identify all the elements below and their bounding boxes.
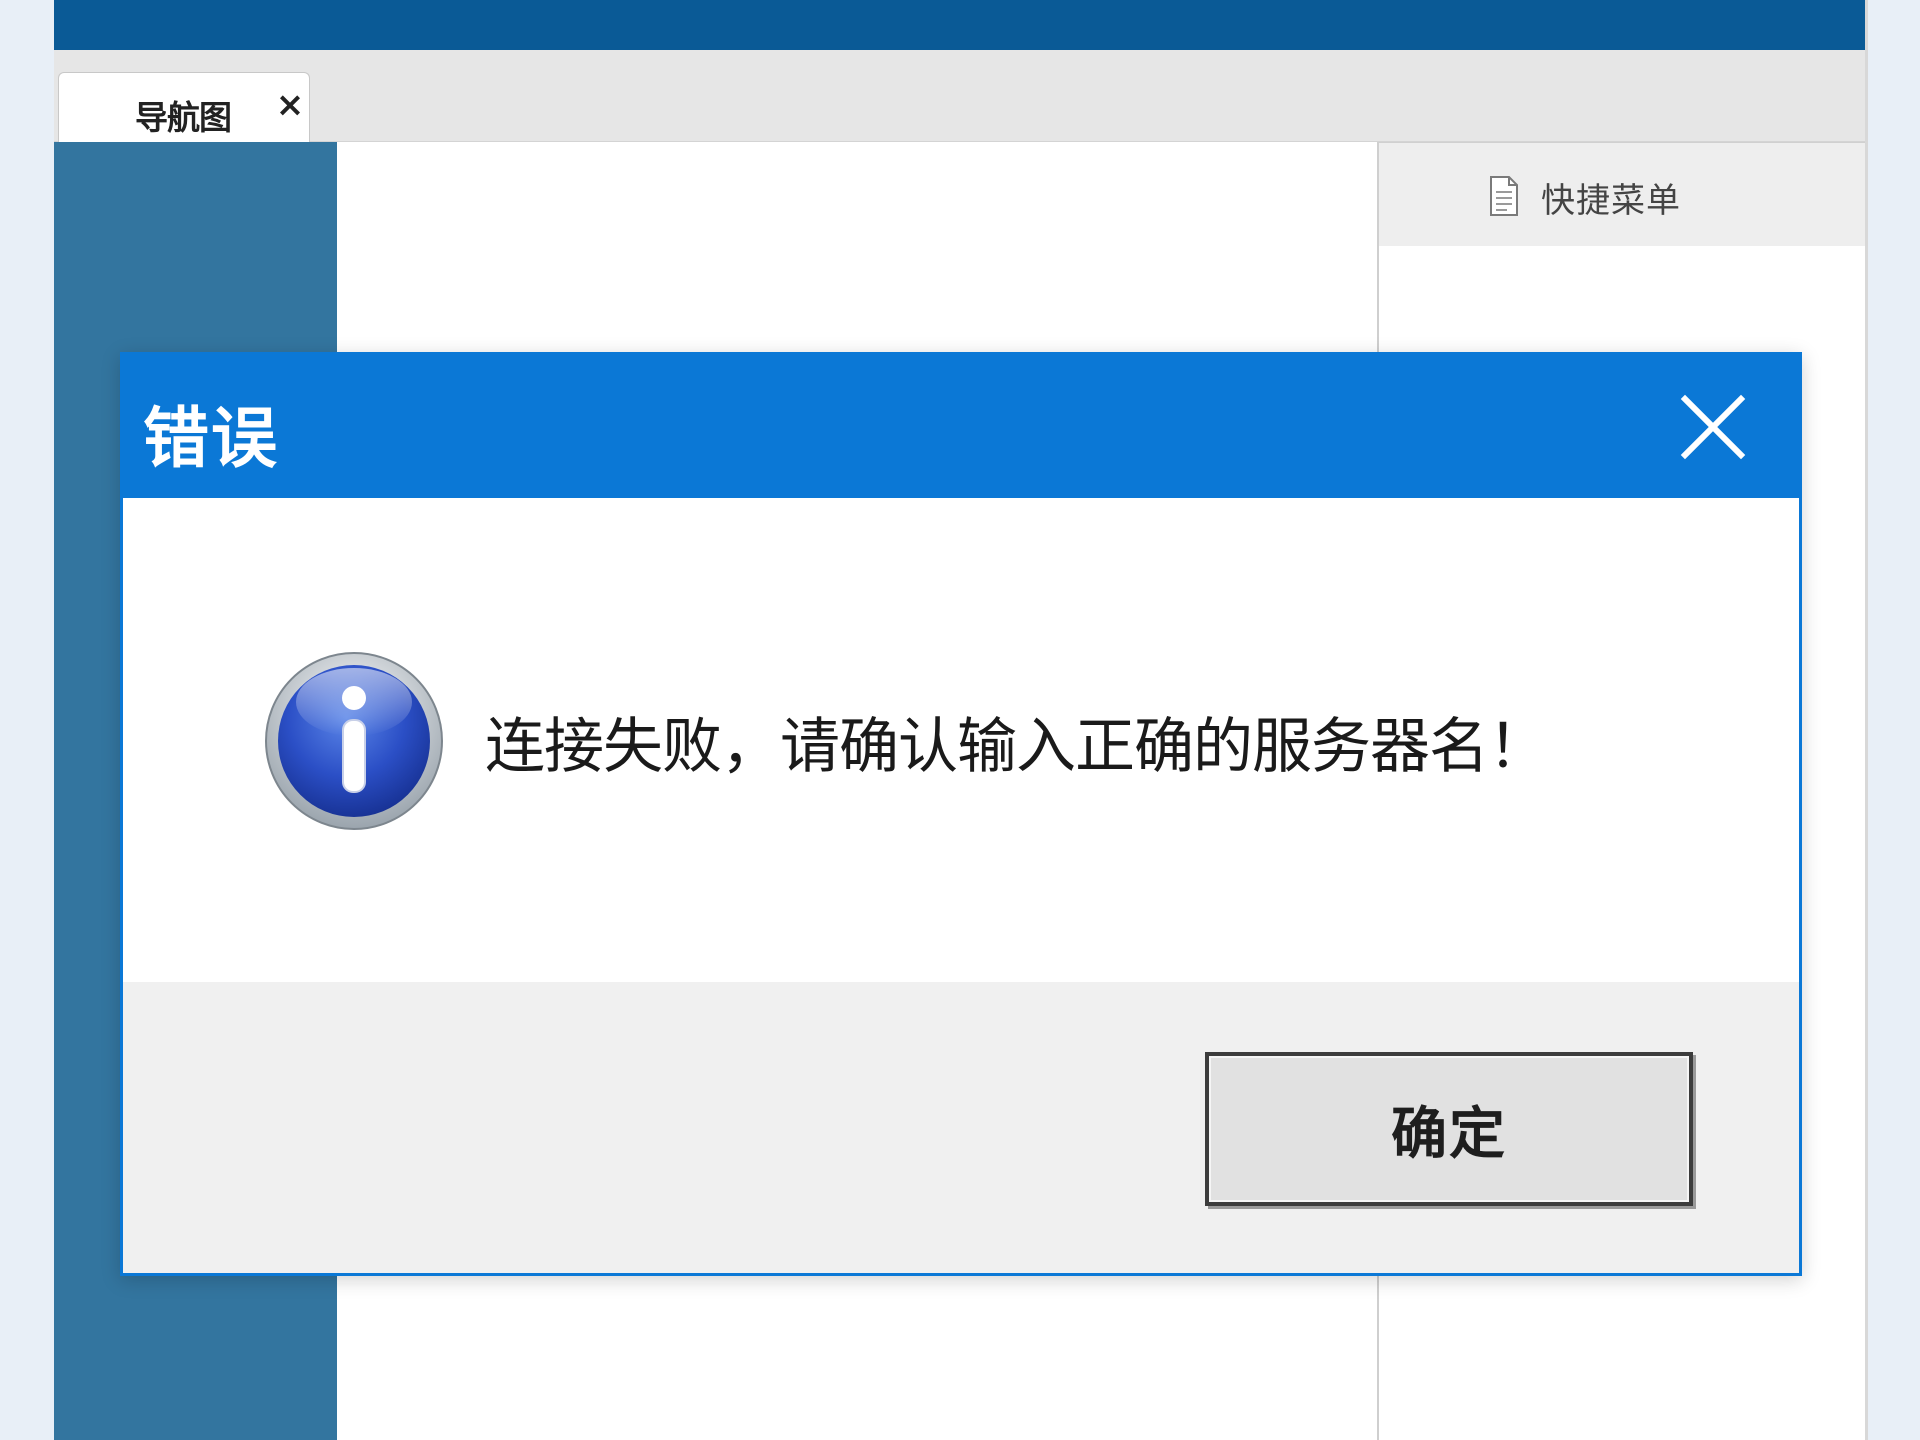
tab-close-icon[interactable]: × xyxy=(275,87,305,123)
dialog-message: 连接失败，请确认输入正确的服务器名！ xyxy=(485,712,1548,782)
tab-label: 导航图 xyxy=(135,98,232,137)
ok-button[interactable]: 确定 xyxy=(1205,1052,1693,1206)
quick-menu-header[interactable]: 快捷菜单 xyxy=(1379,142,1865,246)
dialog-title: 错误 xyxy=(143,400,279,477)
info-icon xyxy=(263,650,445,832)
document-icon xyxy=(1489,175,1519,217)
dialog-footer: 确定 xyxy=(123,982,1799,1273)
dialog-titlebar: 错误 xyxy=(123,355,1799,498)
app-top-bar xyxy=(54,0,1865,50)
close-icon[interactable] xyxy=(1675,389,1751,465)
tab-navigation-map[interactable]: 导航图 × xyxy=(58,72,310,142)
tab-strip: 导航图 × xyxy=(54,50,1865,142)
error-dialog: 错误 连接失败，请确认输入正确的服务器名！ 确定 xyxy=(120,352,1802,1276)
dialog-body: 连接失败，请确认输入正确的服务器名！ xyxy=(123,498,1799,982)
quick-menu-title: 快捷菜单 xyxy=(1541,181,1681,221)
